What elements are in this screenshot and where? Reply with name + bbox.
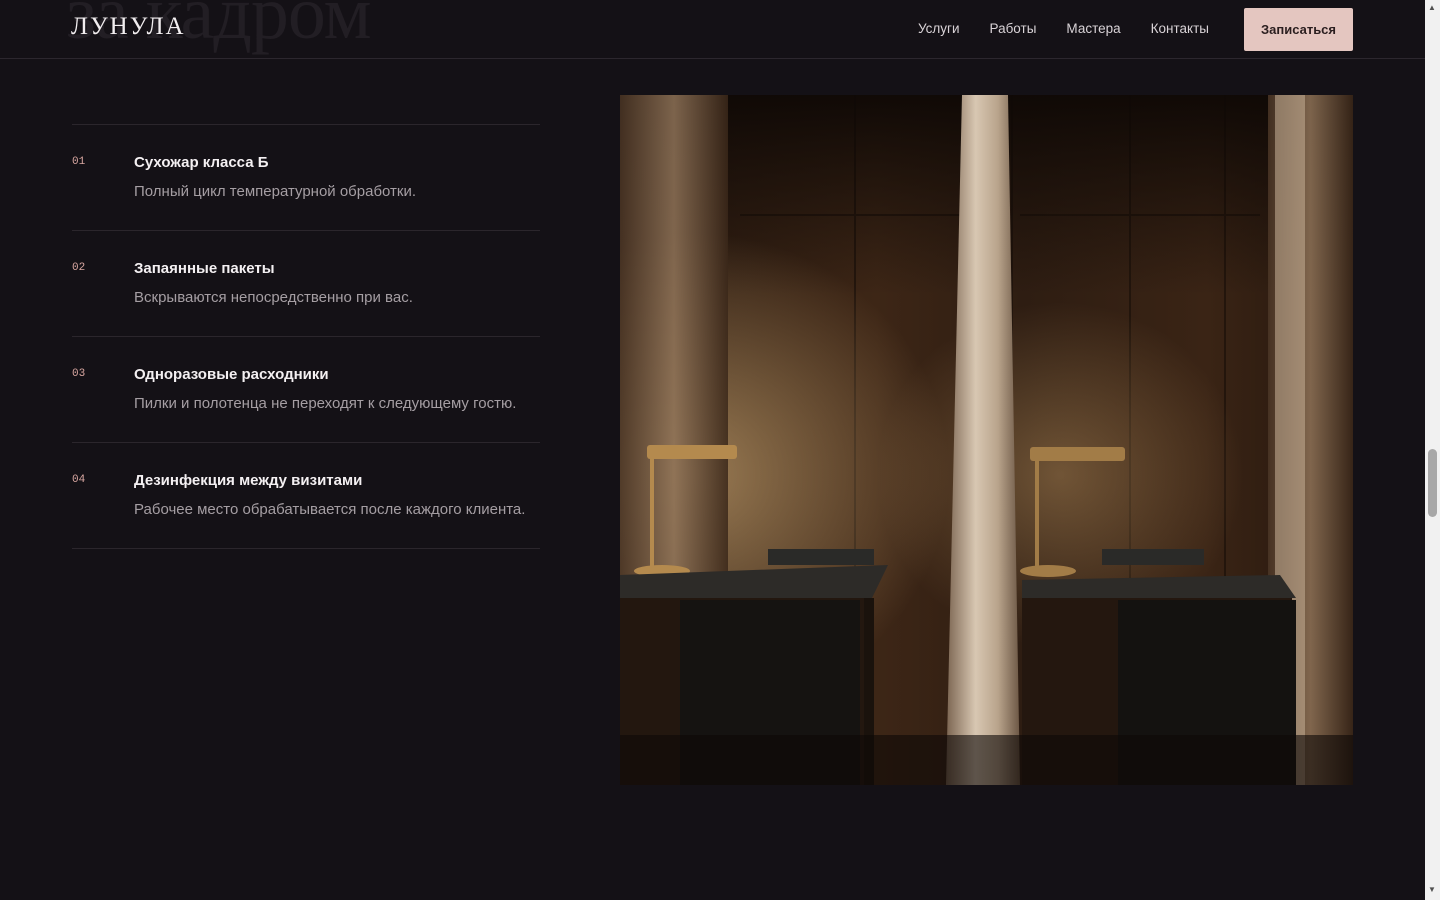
- item-description: Полный цикл температурной обработки.: [134, 183, 417, 200]
- nav-link-works[interactable]: Работы: [990, 19, 1037, 39]
- item-title: Сухожар класса Б: [134, 154, 269, 171]
- item-title: Дезинфекция между визитами: [134, 472, 363, 489]
- nav-link-contacts[interactable]: Контакты: [1151, 19, 1209, 39]
- book-button[interactable]: Записаться: [1244, 8, 1353, 51]
- list-item: 04 Дезинфекция между визитами Рабочее ме…: [72, 442, 540, 549]
- page-scrollbar[interactable]: ▲ ▼: [1425, 0, 1440, 900]
- item-number: 01: [72, 156, 86, 168]
- item-title: Запаянные пакеты: [134, 260, 275, 277]
- scroll-down-arrow-icon[interactable]: ▼: [1428, 886, 1436, 894]
- nav-link-masters[interactable]: Мастера: [1066, 19, 1120, 39]
- site-header: за кадром ЛУНУЛА Услуги Работы Мастера К…: [0, 0, 1425, 59]
- salon-interior-photo: [620, 95, 1353, 785]
- scroll-up-arrow-icon[interactable]: ▲: [1428, 4, 1436, 12]
- main-nav: Услуги Работы Мастера Контакты: [918, 19, 1239, 39]
- item-description: Пилки и полотенца не переходят к следующ…: [134, 395, 517, 412]
- nav-link-services[interactable]: Услуги: [918, 19, 960, 39]
- item-description: Вскрываются непосредственно при вас.: [134, 289, 413, 306]
- salon-interior-illustration: [620, 95, 1353, 785]
- list-item: 02 Запаянные пакеты Вскрываются непосред…: [72, 230, 540, 336]
- item-number: 02: [72, 262, 86, 274]
- item-description: Рабочее место обрабатывается после каждо…: [134, 501, 526, 518]
- list-item: 01 Сухожар класса Б Полный цикл температ…: [72, 124, 540, 230]
- list-item: 03 Одноразовые расходники Пилки и полоте…: [72, 336, 540, 442]
- scrollbar-thumb[interactable]: [1428, 449, 1437, 517]
- item-number: 03: [72, 368, 86, 380]
- item-title: Одноразовые расходники: [134, 366, 329, 383]
- item-number: 04: [72, 474, 86, 486]
- logo[interactable]: ЛУНУЛА: [71, 13, 186, 41]
- hygiene-features-list: 01 Сухожар класса Б Полный цикл температ…: [72, 124, 540, 549]
